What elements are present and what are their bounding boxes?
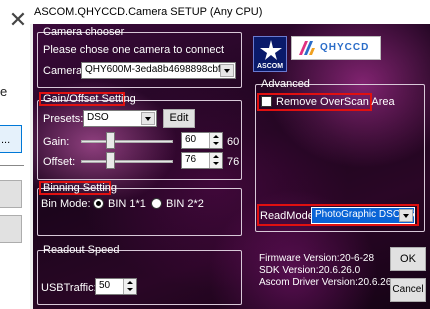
- readout-speed-legend: Readout Speed: [43, 244, 120, 256]
- camera-setup-window: ASCOM.QHYCCD.Camera SETUP (Any CPU) Came…: [30, 0, 430, 309]
- camera-chooser-group: [37, 32, 242, 88]
- edit-button[interactable]: Edit: [163, 109, 195, 128]
- camera-select[interactable]: QHY600M-3eda8b4698898cbfd: [81, 62, 236, 79]
- camera-chooser-legend: Camera chooser: [43, 26, 125, 38]
- background-button-2[interactable]: [0, 180, 22, 208]
- gain-slider[interactable]: [81, 140, 173, 143]
- title-bar[interactable]: ASCOM.QHYCCD.Camera SETUP (Any CPU): [30, 0, 430, 24]
- gain-offset-legend: Gain/Offset Setting: [43, 93, 136, 105]
- binning-group: [37, 188, 242, 236]
- offset-spinbox[interactable]: 76: [181, 152, 223, 169]
- bin-1x1-label: BIN 1*1: [108, 198, 146, 210]
- gain-readout: 60: [227, 136, 240, 148]
- cancel-button[interactable]: Cancel: [390, 278, 426, 302]
- background-dialog-text: e: [0, 84, 8, 99]
- chevron-down-icon[interactable]: [399, 209, 413, 222]
- ok-button[interactable]: OK: [390, 247, 426, 271]
- dialog-content: Camera chooser Please chose one camera t…: [33, 24, 430, 309]
- background-browse-button-label: ...: [1, 134, 11, 146]
- qhyccd-mark-icon: [299, 41, 315, 55]
- sdk-version: SDK Version:20.6.26.0: [259, 265, 361, 276]
- usb-traffic-spinbox[interactable]: 50: [95, 278, 137, 295]
- camera-instruction: Please chose one camera to connect: [43, 44, 225, 56]
- gain-spinbox-value: 60: [185, 134, 197, 145]
- bin-1x1-radio[interactable]: [93, 198, 104, 209]
- readout-speed-group: [37, 250, 242, 305]
- close-icon[interactable]: ✕: [6, 8, 30, 32]
- remove-overscan-label: Remove OverScan Area: [276, 96, 395, 108]
- spin-updown-icon[interactable]: [209, 133, 222, 148]
- offset-slider-thumb[interactable]: [105, 152, 115, 169]
- chevron-down-icon[interactable]: [220, 64, 234, 77]
- ascom-driver-version: Ascom Driver Version:20.6.26.1: [259, 277, 400, 288]
- usb-traffic-label: USBTraffic:: [41, 282, 97, 294]
- binning-legend: Binning Setting: [43, 182, 117, 194]
- gain-spinbox[interactable]: 60: [181, 132, 223, 149]
- camera-select-value: QHY600M-3eda8b4698898cbfd: [85, 64, 227, 75]
- bin-2x2-radio[interactable]: [151, 198, 162, 209]
- offset-spinbox-value: 76: [185, 154, 197, 165]
- gain-label: Gain:: [43, 136, 70, 148]
- qhyccd-logo-text: QHYCCD: [320, 42, 370, 53]
- background-button-3[interactable]: [0, 215, 22, 243]
- qhyccd-logo: QHYCCD: [291, 36, 381, 60]
- ascom-logo-text: ASCOM: [256, 63, 284, 70]
- readmode-select[interactable]: PhotoGraphic DSO 16B: [311, 207, 415, 224]
- offset-label: Offset:: [43, 156, 76, 168]
- offset-slider[interactable]: [81, 160, 173, 163]
- ascom-star-icon: [260, 40, 282, 60]
- spin-updown-icon[interactable]: [123, 279, 136, 294]
- offset-readout: 76: [227, 156, 240, 168]
- usb-traffic-value: 50: [99, 280, 111, 291]
- presets-label: Presets:: [43, 113, 84, 125]
- bin-mode-label: Bin Mode:: [41, 198, 91, 210]
- spin-updown-icon[interactable]: [209, 153, 222, 168]
- background-browse-button[interactable]: ...: [0, 125, 22, 153]
- presets-select[interactable]: DSO: [83, 110, 157, 127]
- advanced-legend: Advanced: [261, 78, 310, 90]
- chevron-down-icon[interactable]: [141, 112, 155, 125]
- remove-overscan-checkbox[interactable]: [261, 96, 272, 107]
- window-title: ASCOM.QHYCCD.Camera SETUP (Any CPU): [34, 6, 263, 18]
- presets-select-value: DSO: [87, 112, 109, 123]
- camera-label: Camera:: [43, 65, 86, 77]
- ascom-logo: ASCOM: [253, 36, 287, 72]
- gain-slider-thumb[interactable]: [105, 132, 115, 149]
- bin-2x2-label: BIN 2*2: [166, 198, 204, 210]
- background-divider: [0, 165, 24, 166]
- firmware-version: Firmware Version:20-6-28: [259, 253, 375, 264]
- readmode-label: ReadMode:: [260, 210, 317, 222]
